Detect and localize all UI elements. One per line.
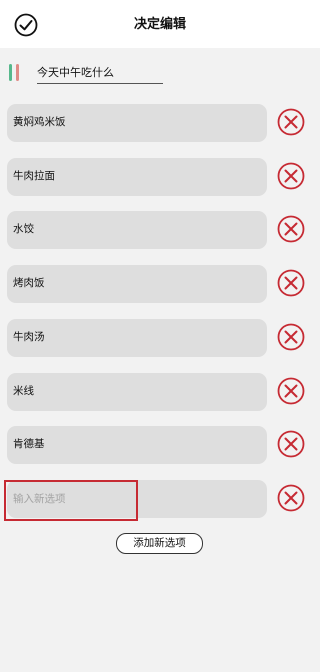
delete-circle-x-icon[interactable] xyxy=(277,215,305,243)
delete-circle-x-icon[interactable] xyxy=(277,430,305,458)
option-label: 牛肉拉面 xyxy=(13,170,55,182)
new-option-field xyxy=(7,480,267,518)
option-label: 黄焖鸡米饭 xyxy=(13,116,66,128)
option-field[interactable]: 烤肉饭 xyxy=(7,265,267,303)
pink-bar xyxy=(16,64,19,81)
option-row: 黄焖鸡米饭 xyxy=(0,104,320,142)
option-label: 牛肉汤 xyxy=(13,331,45,343)
option-row: 肯德基 xyxy=(0,426,320,464)
add-option-button[interactable]: 添加新选项 xyxy=(116,533,203,554)
title-row xyxy=(0,56,320,90)
option-field[interactable]: 米线 xyxy=(7,373,267,411)
option-field[interactable]: 肯德基 xyxy=(7,426,267,464)
option-row: 水饺 xyxy=(0,211,320,249)
title-marker-icon xyxy=(9,64,21,82)
header-bar: 决定编辑 xyxy=(0,0,320,48)
page-title: 决定编辑 xyxy=(133,17,186,32)
green-bar xyxy=(9,64,12,81)
delete-circle-x-icon[interactable] xyxy=(277,377,305,405)
delete-circle-x-icon[interactable] xyxy=(277,484,305,512)
option-field[interactable]: 牛肉拉面 xyxy=(7,158,267,196)
option-row: 牛肉拉面 xyxy=(0,158,320,196)
delete-circle-x-icon[interactable] xyxy=(277,323,305,351)
new-option-row xyxy=(0,480,320,518)
option-label: 米线 xyxy=(13,385,34,397)
delete-circle-x-icon[interactable] xyxy=(277,162,305,190)
option-field[interactable]: 黄焖鸡米饭 xyxy=(7,104,267,142)
delete-circle-x-icon[interactable] xyxy=(277,108,305,136)
new-option-input[interactable] xyxy=(7,480,267,518)
option-row: 米线 xyxy=(0,373,320,411)
decision-title-input[interactable] xyxy=(37,63,163,84)
option-field[interactable]: 水饺 xyxy=(7,211,267,249)
option-label: 烤肉饭 xyxy=(13,277,45,289)
option-row: 烤肉饭 xyxy=(0,265,320,303)
option-field[interactable]: 牛肉汤 xyxy=(7,319,267,357)
option-label: 水饺 xyxy=(13,223,34,235)
delete-circle-x-icon[interactable] xyxy=(277,269,305,297)
option-row: 牛肉汤 xyxy=(0,319,320,357)
option-label: 肯德基 xyxy=(13,438,45,450)
